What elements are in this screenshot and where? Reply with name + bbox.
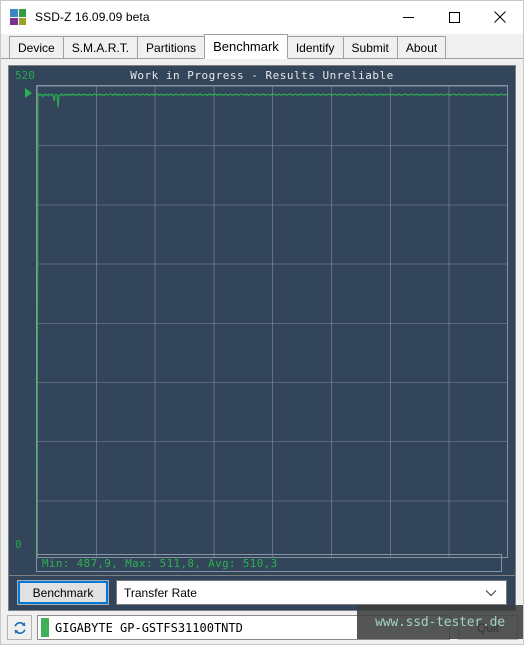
window-title: SSD-Z 16.09.09 beta [35,10,150,24]
chart-stats-bar: Min: 487,9, Max: 511,8, Avg: 510,3 [36,554,502,572]
benchmark-mode-value: Transfer Rate [124,585,197,600]
close-button[interactable] [477,1,523,34]
window-controls [385,1,523,34]
tab-benchmark[interactable]: Benchmark [204,34,288,59]
refresh-icon [13,621,26,634]
tab-label: Partitions [146,40,197,55]
tab-label: About [405,40,438,55]
tab-label: Identify [295,40,335,55]
minimize-icon [402,16,414,18]
tab-label: Benchmark [213,39,279,54]
chart-stats-text: Min: 487,9, Max: 511,8, Avg: 510,3 [42,556,278,570]
benchmark-chart-panel: Work in Progress - Results Unreliable 52… [8,65,516,576]
status-bar: GIGABYTE GP-GSTFS31100TNTD Quit www.ssd-… [1,605,523,644]
run-benchmark-label: Benchmark [32,585,94,600]
chart-warning-title: Work in Progress - Results Unreliable [130,69,394,82]
transfer-rate-line [37,86,507,557]
drive-model-label: GIGABYTE GP-GSTFS31100TNTD [55,620,243,635]
drive-info-box: GIGABYTE GP-GSTFS31100TNTD [37,615,450,640]
close-icon [494,11,506,23]
tab-partitions[interactable]: Partitions [137,36,206,58]
chevron-down-icon [485,586,497,600]
benchmark-page: Work in Progress - Results Unreliable 52… [1,59,523,611]
y-axis-min-label: 0 [15,538,22,551]
playhead-marker-icon [25,88,32,98]
tab-label: Submit [351,40,389,55]
maximize-button[interactable] [431,1,477,34]
title-bar: SSD-Z 16.09.09 beta [1,1,523,34]
minimize-button[interactable] [385,1,431,34]
tab-identify[interactable]: Identify [286,36,344,58]
tab-submit[interactable]: Submit [342,36,398,58]
tab-strip: Device S.M.A.R.T. Partitions Benchmark I… [1,34,523,59]
tab-label: Device [18,40,55,55]
tab-smart[interactable]: S.M.A.R.T. [62,36,139,58]
refresh-button[interactable] [7,615,32,640]
health-indicator-bar [41,618,49,637]
quit-button[interactable]: Quit [458,615,518,640]
tab-about[interactable]: About [396,36,447,58]
benchmark-controls: Benchmark Transfer Rate [8,575,516,611]
quit-button-label: Quit [476,620,499,635]
run-benchmark-button[interactable]: Benchmark [17,580,109,605]
y-axis-max-label: 520 [15,69,35,82]
chart-plot-area [36,85,508,558]
benchmark-mode-select[interactable]: Transfer Rate [116,580,507,605]
tab-device[interactable]: Device [9,36,64,58]
app-window: SSD-Z 16.09.09 beta Device S.M.A.R.T. Pa… [0,0,524,645]
maximize-icon [448,11,460,23]
tab-label: S.M.A.R.T. [71,40,130,55]
app-tiles-icon [10,9,26,25]
